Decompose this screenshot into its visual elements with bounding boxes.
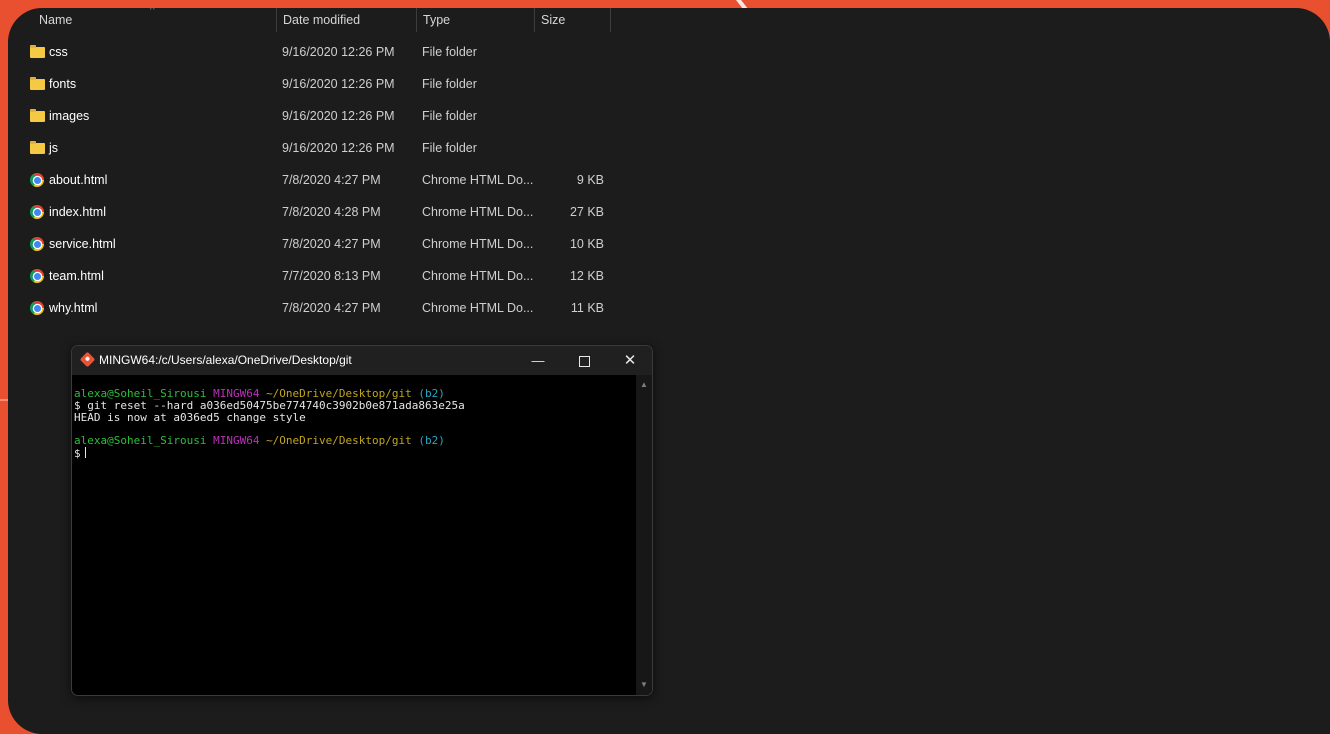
file-size: 12 KB <box>569 269 604 283</box>
file-name: about.html <box>49 173 108 187</box>
file-date-modified: 7/8/2020 4:27 PM <box>282 237 381 251</box>
file-name: fonts <box>49 77 77 91</box>
file-row[interactable]: fonts 9/16/2020 12:26 PM File folder <box>8 68 628 100</box>
file-name: why.html <box>49 301 98 315</box>
file-type: Chrome HTML Do... <box>422 269 534 283</box>
file-row[interactable]: js 9/16/2020 12:26 PM File folder <box>8 132 628 164</box>
file-name: images <box>49 109 90 123</box>
input-line[interactable]: $ <box>74 446 636 460</box>
file-type: File folder <box>422 141 477 155</box>
column-header-size[interactable]: Size <box>534 8 610 32</box>
file-name: js <box>49 141 59 155</box>
file-size <box>534 68 604 100</box>
minimize-button[interactable]: — <box>515 346 561 375</box>
file-type: Chrome HTML Do... <box>422 237 534 251</box>
prompt-symbol: $ <box>74 398 81 412</box>
prompt-branch: (b2) <box>418 434 445 448</box>
file-name: index.html <box>49 205 106 219</box>
scroll-up-arrow-icon[interactable]: ▲ <box>636 377 652 393</box>
chrome-icon <box>30 269 44 283</box>
prompt-host: MINGW64 <box>213 434 260 448</box>
file-date-modified: 7/8/2020 4:28 PM <box>282 205 381 219</box>
chrome-icon <box>30 237 44 251</box>
file-date-modified: 9/16/2020 12:26 PM <box>282 77 395 91</box>
terminal-scrollbar[interactable]: ▲ ▼ <box>636 375 652 695</box>
maximize-icon <box>578 356 590 368</box>
sort-ascending-icon: ^ <box>150 8 155 16</box>
folder-icon <box>30 141 45 154</box>
prompt-path: ~/OneDrive/Desktop/git <box>266 434 412 448</box>
file-name: team.html <box>49 269 104 283</box>
prompt-line: alexa@Soheil_Sirousi MINGW64 ~/OneDrive/… <box>74 435 636 447</box>
file-size: 10 KB <box>569 237 604 251</box>
file-size <box>534 100 604 132</box>
column-divider[interactable] <box>610 8 611 32</box>
terminal-title: MINGW64:/c/Users/alexa/OneDrive/Desktop/… <box>99 353 352 367</box>
file-size: 27 KB <box>569 205 604 219</box>
terminal-window[interactable]: MINGW64:/c/Users/alexa/OneDrive/Desktop/… <box>71 345 653 696</box>
file-date-modified: 9/16/2020 12:26 PM <box>282 45 395 59</box>
file-type: File folder <box>422 109 477 123</box>
file-row[interactable]: team.html 7/7/2020 8:13 PM Chrome HTML Do.… <box>8 260 628 292</box>
command-line: $ git reset --hard a036ed50475be774740c3… <box>74 398 636 412</box>
file-type: Chrome HTML Do... <box>422 301 534 315</box>
chrome-icon <box>30 301 44 315</box>
file-size <box>534 36 604 68</box>
file-type: Chrome HTML Do... <box>422 205 534 219</box>
file-type: File folder <box>422 77 477 91</box>
file-explorer-list: Name ^ Date modified Type Size css 9/16/2… <box>8 8 708 338</box>
text-cursor <box>84 446 86 458</box>
file-type: Chrome HTML Do... <box>422 173 534 187</box>
folder-icon <box>30 77 45 90</box>
desktop-panel: Name ^ Date modified Type Size css 9/16/2… <box>8 8 1330 734</box>
terminal-titlebar[interactable]: MINGW64:/c/Users/alexa/OneDrive/Desktop/… <box>72 346 652 375</box>
command-text: git reset --hard a036ed50475be774740c390… <box>87 398 465 412</box>
column-header-type[interactable]: Type <box>416 8 534 32</box>
file-size <box>534 132 604 164</box>
file-size: 9 KB <box>576 173 604 187</box>
close-button[interactable]: ✕ <box>607 346 652 375</box>
file-date-modified: 9/16/2020 12:26 PM <box>282 141 395 155</box>
prompt-user: alexa@Soheil_Sirousi <box>74 434 207 448</box>
chrome-icon <box>30 205 44 219</box>
file-date-modified: 9/16/2020 12:26 PM <box>282 109 395 123</box>
file-row[interactable]: images 9/16/2020 12:26 PM File folder <box>8 100 628 132</box>
prompt-symbol: $ <box>74 446 81 460</box>
column-header-row: Name ^ Date modified Type Size <box>8 8 628 32</box>
file-name: css <box>49 45 68 59</box>
file-row[interactable]: index.html 7/8/2020 4:28 PM Chrome HTML Do… <box>8 196 628 228</box>
folder-icon <box>30 45 45 58</box>
column-header-date[interactable]: Date modified <box>276 8 416 32</box>
file-row[interactable]: css 9/16/2020 12:26 PM File folder <box>8 36 628 68</box>
file-date-modified: 7/7/2020 8:13 PM <box>282 269 381 283</box>
terminal-output[interactable]: alexa@Soheil_Sirousi MINGW64 ~/OneDrive/… <box>72 375 636 695</box>
file-date-modified: 7/8/2020 4:27 PM <box>282 301 381 315</box>
output-line: HEAD is now at a036ed5 change style <box>74 410 306 424</box>
column-header-name[interactable]: Name <box>32 8 278 32</box>
file-row[interactable]: service.html 7/8/2020 4:27 PM Chrome HTML … <box>8 228 628 260</box>
file-size: 11 KB <box>570 301 604 315</box>
folder-icon <box>30 109 45 122</box>
file-row[interactable]: why.html 7/8/2020 4:27 PM Chrome HTML Do..… <box>8 292 628 324</box>
chrome-icon <box>30 173 44 187</box>
scroll-down-arrow-icon[interactable]: ▼ <box>636 677 652 693</box>
file-row[interactable]: about.html 7/8/2020 4:27 PM Chrome HTML Do… <box>8 164 628 196</box>
git-bash-icon <box>79 351 96 368</box>
file-type: File folder <box>422 45 477 59</box>
file-date-modified: 7/8/2020 4:27 PM <box>282 173 381 187</box>
file-name: service.html <box>49 237 116 251</box>
maximize-button[interactable] <box>561 346 607 375</box>
